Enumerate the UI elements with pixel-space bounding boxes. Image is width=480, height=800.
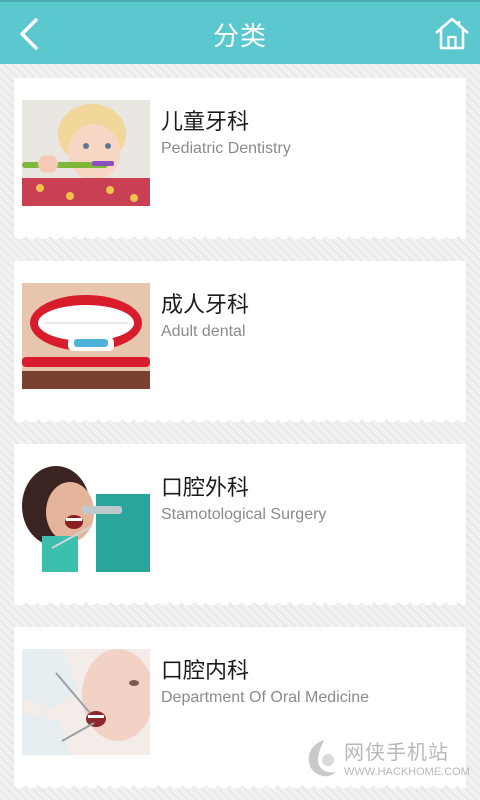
category-title: 口腔内科 (161, 659, 250, 684)
category-subtitle: Department Of Oral Medicine (161, 689, 370, 706)
category-subtitle: Pediatric Dentistry (161, 140, 291, 157)
category-subtitle: Adult dental (161, 323, 246, 340)
top-bar: 分类 (0, 0, 480, 64)
category-title: 成人牙科 (161, 293, 250, 318)
category-title: 口腔外科 (161, 476, 250, 501)
category-title: 儿童牙科 (161, 110, 250, 135)
surgery-thumbnail (22, 466, 150, 572)
watermark-text: 网侠手机站 (344, 740, 449, 764)
category-card-pediatric[interactable]: 儿童牙科 Pediatric Dentistry (14, 78, 466, 244)
watermark: 网侠手机站 WWW.HACKHOME.COM (302, 734, 472, 794)
oral-medicine-thumbnail (22, 649, 150, 755)
adult-thumbnail (22, 283, 150, 389)
home-icon (435, 17, 469, 50)
watermark-logo-icon (308, 740, 336, 777)
home-button[interactable] (432, 14, 472, 54)
category-card-adult[interactable]: 成人牙科 Adult dental (14, 261, 466, 427)
category-card-surgery[interactable]: 口腔外科 Stamotological Surgery (14, 444, 466, 610)
page-title: 分类 (212, 22, 267, 52)
category-subtitle: Stamotological Surgery (161, 506, 327, 523)
pediatric-thumbnail (22, 100, 150, 206)
watermark-url: WWW.HACKHOME.COM (344, 766, 470, 778)
